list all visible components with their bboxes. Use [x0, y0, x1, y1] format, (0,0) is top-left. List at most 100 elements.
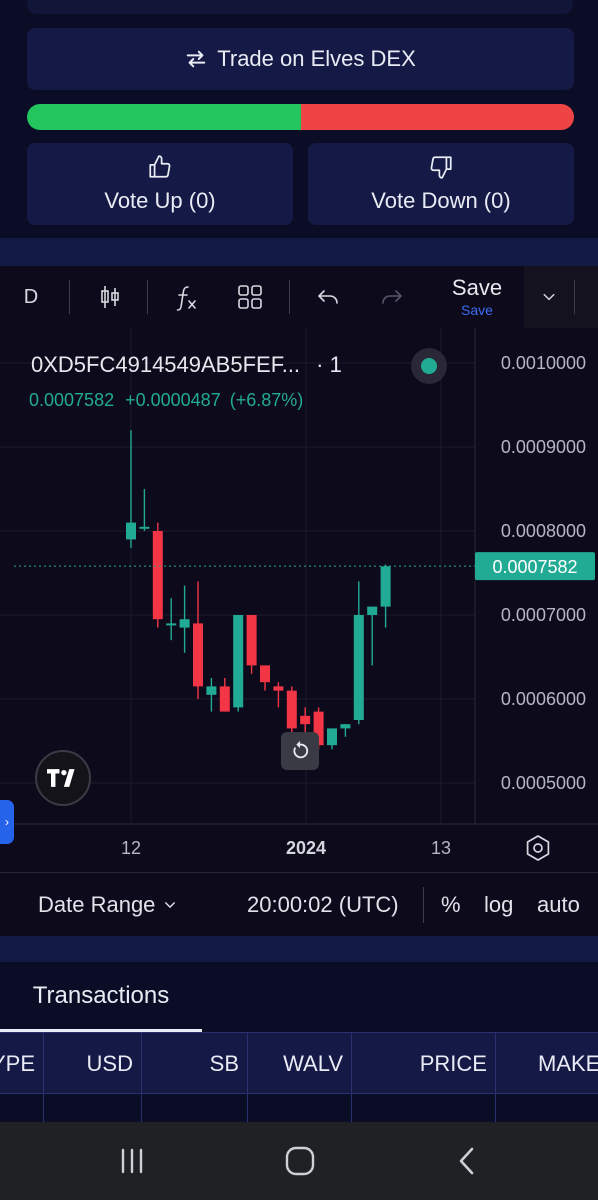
section-divider	[0, 238, 598, 266]
y-tick-label: 0.0005000	[501, 773, 586, 793]
candle-up	[179, 619, 190, 628]
undo-button[interactable]	[310, 266, 346, 328]
candle-up	[206, 686, 217, 695]
date-range-button[interactable]: Date Range	[38, 873, 177, 937]
recent-apps-button[interactable]	[92, 1122, 172, 1200]
y-tick-label: 0.0009000	[501, 437, 586, 457]
save-layout-button[interactable]: Save Save	[430, 274, 524, 320]
chevron-down-icon	[543, 293, 555, 301]
trade-on-dex-button[interactable]: Trade on Elves DEX	[27, 28, 574, 90]
candle-down	[246, 615, 257, 666]
toolbar-separator	[147, 280, 148, 314]
tradingview-logo[interactable]	[35, 750, 91, 806]
current-price-label: 0.0007582	[492, 557, 577, 577]
candle-up	[166, 623, 177, 626]
chart-toolbar: D Save Save	[0, 266, 598, 328]
swap-arrows-icon	[186, 50, 206, 68]
candle-up	[327, 728, 337, 746]
tab-transactions[interactable]: Transactions	[0, 962, 202, 1032]
transactions-section: Transactions YPE USD SB WALV PRICE MAKE	[0, 962, 598, 1122]
candle-up	[139, 526, 150, 529]
system-navigation-bar	[0, 1122, 598, 1200]
symbol-name: 0XD5FC4914549AB5FEF...	[31, 352, 301, 377]
save-label: Save	[451, 275, 503, 300]
top-strip	[27, 0, 573, 14]
y-tick-label: 0.0010000	[501, 353, 586, 373]
chevron-right-icon: ›	[5, 815, 9, 829]
table-cell	[44, 1094, 142, 1122]
log-scale-toggle[interactable]: log	[484, 873, 513, 937]
last-price: 0.0007582	[29, 390, 115, 410]
transactions-table-header: YPE USD SB WALV PRICE MAKE	[0, 1032, 598, 1094]
side-panel-toggle[interactable]: ›	[0, 800, 14, 844]
column-header-sb[interactable]: SB	[142, 1033, 248, 1093]
reset-chart-button[interactable]	[281, 732, 319, 770]
candlestick-icon	[101, 286, 119, 308]
candle-up	[126, 522, 136, 540]
function-fx-icon	[176, 286, 196, 311]
column-header-maker[interactable]: MAKE	[496, 1033, 598, 1093]
chart-settings-icon[interactable]	[524, 834, 552, 862]
table-cell	[352, 1094, 496, 1122]
save-sublabel: Save	[461, 302, 493, 318]
column-header-walv[interactable]: WALV	[248, 1033, 352, 1093]
price-change-percent: (+6.87%)	[229, 390, 304, 410]
candle-down	[152, 531, 163, 620]
token-actions-panel: Trade on Elves DEX Vote Up (0) Vote Down…	[0, 0, 598, 238]
back-icon	[459, 1147, 474, 1175]
chart-bottom-bar: Date Range 20:00:02 (UTC) % log auto	[0, 872, 598, 936]
y-tick-label: 0.0007000	[501, 605, 586, 625]
candle-down	[219, 686, 230, 712]
column-header-usd[interactable]: USD	[44, 1033, 142, 1093]
section-divider	[0, 936, 598, 962]
grid-layout-icon	[238, 285, 262, 309]
y-tick-label: 0.0008000	[501, 521, 586, 541]
vote-down-button[interactable]: Vote Down (0)	[308, 143, 574, 225]
date-range-label: Date Range	[38, 892, 156, 917]
price-change: +0.0000487	[125, 390, 221, 410]
vote-ratio-down	[300, 104, 574, 130]
price-chart-widget: D Save Save 0.0010000 0.0009000 0.000800…	[0, 266, 598, 936]
layouts-button[interactable]	[232, 266, 268, 328]
candle-up	[367, 606, 378, 615]
table-cell	[142, 1094, 248, 1122]
candle-up	[233, 615, 244, 708]
back-button[interactable]	[428, 1122, 508, 1200]
column-header-type[interactable]: YPE	[0, 1033, 44, 1093]
reset-rotate-icon	[293, 740, 309, 759]
utc-time-display[interactable]: 20:00:02 (UTC)	[247, 873, 399, 937]
percent-scale-toggle[interactable]: %	[441, 873, 461, 937]
indicators-button[interactable]	[168, 266, 204, 328]
interval-selector[interactable]: D	[14, 266, 48, 328]
vote-up-button[interactable]: Vote Up (0)	[27, 143, 293, 225]
price-summary: 0.0007582 +0.0000487 (+6.87%)	[29, 390, 303, 411]
redo-button[interactable]	[374, 266, 410, 328]
vote-ratio-up	[27, 104, 301, 130]
candle-down	[260, 665, 270, 683]
vote-down-label: Vote Down (0)	[371, 188, 511, 213]
candle-down	[273, 686, 284, 691]
thumbs-down-icon	[430, 156, 452, 179]
thumbs-up-icon	[149, 155, 171, 178]
table-cell	[0, 1094, 44, 1122]
x-tick-label: 2024	[285, 838, 327, 858]
candle-up	[353, 615, 364, 720]
redo-icon	[382, 290, 402, 304]
x-tick-label: 13	[430, 838, 452, 858]
tradingview-logo-icon	[47, 769, 75, 787]
column-header-price[interactable]: PRICE	[352, 1033, 496, 1093]
undo-icon	[318, 290, 338, 304]
market-status-indicator[interactable]	[411, 348, 447, 384]
candle-style-button[interactable]	[92, 266, 128, 328]
candle-up	[340, 724, 351, 729]
auto-scale-toggle[interactable]: auto	[537, 873, 580, 937]
save-options-dropdown[interactable]	[536, 266, 562, 328]
toolbar-separator	[574, 280, 575, 314]
bottom-bar-separator	[423, 887, 424, 923]
home-button[interactable]	[260, 1122, 340, 1200]
chevron-down-icon	[165, 902, 176, 909]
candle-up	[380, 566, 391, 607]
symbol-header: 0XD5FC4914549AB5FEF... · 1	[31, 352, 342, 378]
home-icon	[285, 1146, 315, 1176]
candle-down	[300, 715, 311, 725]
